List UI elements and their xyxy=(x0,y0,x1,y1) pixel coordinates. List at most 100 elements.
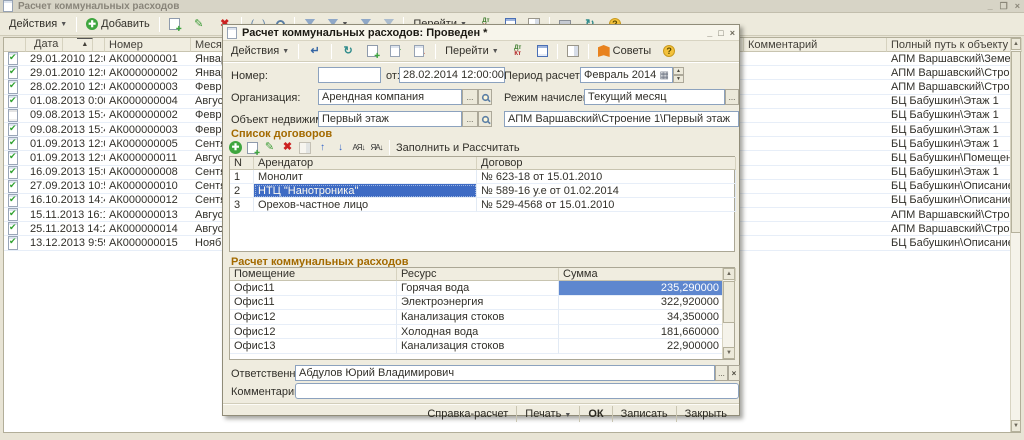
dialog-toolbar: Действия▼ ↵ ↻ ↑ ↓ Перейти▼ ДтКт Советы ? xyxy=(223,41,739,62)
object-input[interactable]: Первый этаж xyxy=(318,111,462,127)
copy-button[interactable] xyxy=(165,16,184,32)
column-header-number[interactable]: Номер xyxy=(105,38,191,52)
edit-row-icon[interactable]: ✎ xyxy=(263,141,276,154)
number-cell: АК000000014 xyxy=(105,222,191,235)
post-button[interactable]: ↑ xyxy=(386,43,406,59)
period-input[interactable]: Февраль 2014▦ xyxy=(580,67,673,83)
journal-button[interactable] xyxy=(533,43,552,59)
expense-row[interactable]: Офис13Канализация стоков22,900000 xyxy=(230,339,734,354)
dialog-minimize-icon[interactable]: _ xyxy=(707,28,712,38)
dialog-close-icon[interactable]: × xyxy=(730,28,735,38)
delete-row-icon[interactable]: ✖ xyxy=(281,141,294,154)
dialog-actions-menu[interactable]: Действия▼ xyxy=(227,43,293,59)
sort-asc-icon: ▲ xyxy=(77,38,93,52)
close-button[interactable]: Закрыть xyxy=(676,406,735,422)
column-header-n[interactable]: N xyxy=(230,157,254,170)
period-stepper[interactable]: ▲▼ xyxy=(673,67,684,83)
object-select-button[interactable]: ... xyxy=(462,111,478,127)
column-header-contract[interactable]: Договор xyxy=(477,157,736,170)
expense-row[interactable]: Офис12Канализация стоков34,350000 xyxy=(230,310,734,325)
number-cell: АК000000003 xyxy=(105,123,191,136)
unpost-document-icon xyxy=(414,45,424,57)
expense-row[interactable]: Офис12Холодная вода181,660000 xyxy=(230,325,734,340)
column-header-amount[interactable]: Сумма xyxy=(559,268,724,281)
object-open-button[interactable] xyxy=(478,111,492,127)
dialog-goto-menu[interactable]: Перейти▼ xyxy=(441,43,503,59)
responsible-clear-button[interactable]: × xyxy=(728,365,740,381)
spin-down-icon[interactable]: ▼ xyxy=(673,75,684,83)
copy-row-icon[interactable] xyxy=(247,142,258,154)
scroll-up-icon[interactable]: ▲ xyxy=(723,268,735,280)
column-header-icon[interactable] xyxy=(4,38,26,52)
calendar-icon[interactable]: ▦ xyxy=(660,70,669,81)
help-calc-button[interactable]: Справка-расчет xyxy=(419,406,516,422)
dialog-help-button[interactable]: ? xyxy=(659,43,679,59)
contract-row[interactable]: 3Орехов-частное лицо№ 529-4568 от 15.01.… xyxy=(230,198,734,212)
responsible-input[interactable]: Абдулов Юрий Владимирович xyxy=(295,365,715,381)
write-button[interactable]: Записать xyxy=(612,406,676,422)
path-cell: АПМ Варшавский\Строен... xyxy=(887,208,1012,221)
edit-button[interactable]: ✎ xyxy=(188,15,210,33)
scroll-up-icon[interactable]: ▲ xyxy=(1011,38,1021,50)
contract-row[interactable]: 2НТЦ "Нанотроника"№ 589-16 у.е от 01.02.… xyxy=(230,184,734,198)
number-input[interactable] xyxy=(318,67,381,83)
add-button[interactable]: ✚Добавить xyxy=(82,16,154,32)
unpost-button[interactable]: ↓ xyxy=(410,43,430,59)
organization-select-button[interactable]: ... xyxy=(462,89,478,105)
organization-input[interactable]: Арендная компания xyxy=(318,89,462,105)
date-input[interactable]: 28.02.2014 12:00:00▦ xyxy=(399,67,505,83)
sort-asc-icon[interactable]: АЯ↓ xyxy=(352,141,365,154)
structure-button[interactable] xyxy=(563,43,583,59)
sort-desc-icon[interactable]: ЯА↓ xyxy=(370,141,383,154)
responsible-select-button[interactable]: ... xyxy=(715,365,728,381)
scroll-down-icon[interactable]: ▼ xyxy=(1011,420,1021,432)
write-close-button[interactable]: ↵ xyxy=(304,42,326,60)
add-row-icon[interactable]: ✚ xyxy=(229,141,242,154)
document-icon xyxy=(227,27,237,39)
comment-input[interactable] xyxy=(295,383,739,399)
expense-row[interactable]: Офис11Электроэнергия322,920000 xyxy=(230,296,734,311)
dialog-dtkt-button[interactable]: ДтКт xyxy=(507,43,529,59)
list-scrollbar[interactable]: ▲ ▼ xyxy=(1010,38,1020,432)
dialog-maximize-icon[interactable]: □ xyxy=(718,28,723,38)
expenses-scrollbar[interactable]: ▲ ▼ xyxy=(722,268,734,359)
minimize-icon[interactable]: _ xyxy=(988,1,993,12)
column-header-resource[interactable]: Ресурс xyxy=(397,268,559,281)
tips-button[interactable]: Советы xyxy=(594,43,655,59)
path-cell: БЦ Бабушкин\Этаж 1 xyxy=(887,137,1012,150)
path-cell: БЦ Бабушкин\Этаж 1 xyxy=(887,95,1012,108)
expense-row[interactable]: Офис11Горячая вода235,290000 xyxy=(230,281,734,296)
posted-document-icon xyxy=(8,180,18,193)
date-cell: 09.08.2013 15:45:52 xyxy=(26,109,105,122)
mode-select-button[interactable]: ... xyxy=(725,89,739,105)
date-cell: 15.11.2013 16:13:29 xyxy=(26,208,105,221)
path-cell: БЦ Бабушкин\Этаж 1 xyxy=(887,109,1012,122)
move-down-icon[interactable]: ↓ xyxy=(334,141,347,154)
column-header-path[interactable]: Полный путь к объекту xyxy=(887,38,1012,52)
contract-row[interactable]: 1Монолит№ 623-18 от 15.01.2010 xyxy=(230,170,734,184)
copy-icon xyxy=(169,18,180,30)
print-menu-button[interactable]: Печать ▼ xyxy=(516,406,579,422)
organization-open-button[interactable] xyxy=(478,89,492,105)
ok-button[interactable]: ОК xyxy=(579,406,611,422)
scrollbar-thumb[interactable] xyxy=(1011,51,1021,233)
move-up-icon[interactable]: ↑ xyxy=(316,141,329,154)
spin-up-icon[interactable]: ▲ xyxy=(673,67,684,75)
close-icon[interactable]: × xyxy=(1015,1,1020,12)
column-header-comment[interactable]: Комментарий xyxy=(744,38,887,52)
window-controls: _ ❐ × xyxy=(988,1,1020,12)
fill-and-calculate-button[interactable]: Заполнить и Рассчитать xyxy=(396,142,520,154)
dialog-copy-button[interactable] xyxy=(363,43,382,59)
column-header-room[interactable]: Помещение xyxy=(230,268,397,281)
column-header-tenant[interactable]: Арендатор xyxy=(254,157,477,170)
status-cell xyxy=(4,208,26,221)
path-cell: БЦ Бабушкин\Описание р... xyxy=(887,180,1012,193)
mode-input[interactable]: Текущий месяц xyxy=(584,89,725,105)
scroll-down-icon[interactable]: ▼ xyxy=(723,347,735,359)
chevron-down-icon: ▼ xyxy=(492,48,499,55)
scrollbar-thumb[interactable] xyxy=(723,281,735,323)
reread-button[interactable]: ↻ xyxy=(337,42,359,60)
actions-menu[interactable]: Действия▼ xyxy=(5,16,71,32)
column-header-date[interactable]: Дата▲ xyxy=(26,38,105,52)
restore-icon[interactable]: ❐ xyxy=(1000,1,1008,12)
